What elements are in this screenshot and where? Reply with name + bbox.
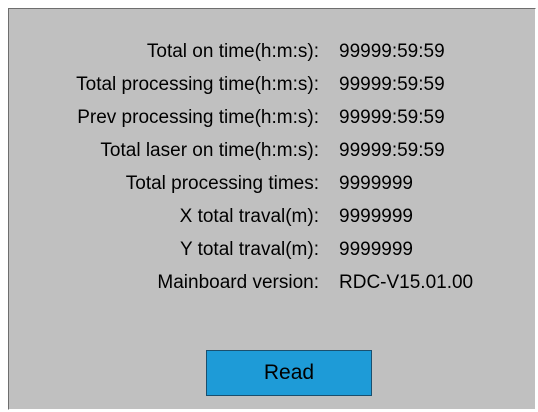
stat-label: Y total traval(m):	[179, 239, 319, 260]
stat-value: 99999:59:59	[339, 107, 445, 128]
stat-row-total-on-time: Total on time(h:m:s): 99999:59:59	[9, 35, 535, 68]
stat-value: 9999999	[339, 173, 413, 194]
stat-row-total-processing-time: Total processing time(h:m:s): 99999:59:5…	[9, 68, 535, 101]
stat-label: Total laser on time(h:m:s):	[100, 140, 319, 161]
stat-label: Total on time(h:m:s):	[146, 41, 319, 62]
stat-label: Mainboard version:	[157, 272, 319, 293]
stat-value: 9999999	[339, 206, 413, 227]
stat-row-total-processing-times: Total processing times: 9999999	[9, 167, 535, 200]
stat-row-x-total-travel: X total traval(m): 9999999	[9, 200, 535, 233]
statistics-list: Total on time(h:m:s): 99999:59:59 Total …	[9, 35, 535, 299]
stat-value: 99999:59:59	[339, 74, 445, 95]
stat-value: RDC-V15.01.00	[339, 272, 474, 293]
stat-value: 9999999	[339, 239, 413, 260]
stat-row-total-laser-on-time: Total laser on time(h:m:s): 99999:59:59	[9, 134, 535, 167]
statistics-panel: Total on time(h:m:s): 99999:59:59 Total …	[8, 8, 536, 410]
stat-label: X total traval(m):	[179, 206, 319, 227]
stat-value: 99999:59:59	[339, 41, 445, 62]
stat-row-mainboard-version: Mainboard version: RDC-V15.01.00	[9, 266, 535, 299]
stat-row-y-total-travel: Y total traval(m): 9999999	[9, 233, 535, 266]
read-button[interactable]: Read	[206, 350, 372, 396]
stat-label: Prev processing time(h:m:s):	[77, 107, 319, 128]
stat-label: Total processing times:	[125, 173, 319, 194]
stat-row-prev-processing-time: Prev processing time(h:m:s): 99999:59:59	[9, 101, 535, 134]
stat-value: 99999:59:59	[339, 140, 445, 161]
stat-label: Total processing time(h:m:s):	[76, 74, 319, 95]
